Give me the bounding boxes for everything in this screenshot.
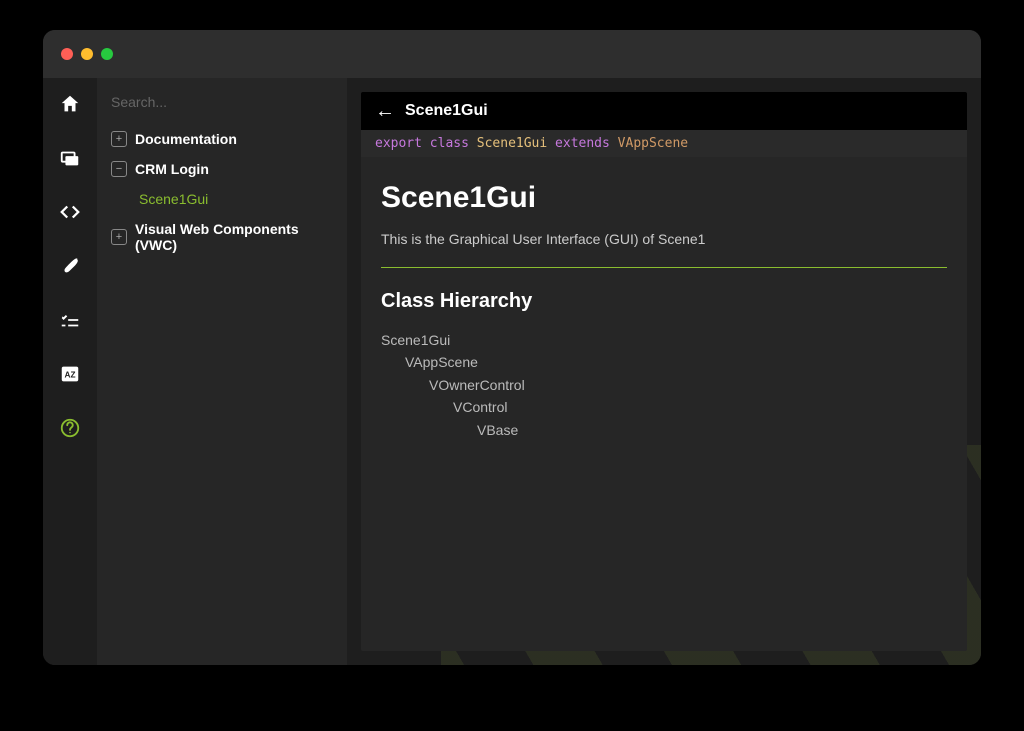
svg-text:AZ: AZ xyxy=(65,371,76,380)
collapse-icon[interactable]: − xyxy=(111,161,127,177)
hierarchy-level-1[interactable]: VAppScene xyxy=(381,351,947,373)
code-keyword-class: class xyxy=(430,136,469,151)
content-area: ← Scene1Gui export class Scene1Gui exten… xyxy=(347,78,981,665)
page-heading: Scene1Gui xyxy=(381,181,947,215)
hierarchy-level-4[interactable]: VBase xyxy=(381,419,947,441)
code-keyword-export: export xyxy=(375,136,422,151)
back-arrow-icon[interactable]: ← xyxy=(375,101,395,121)
code-icon[interactable] xyxy=(54,196,86,228)
sidebar-item-crm-login[interactable]: − CRM Login xyxy=(107,154,337,184)
sort-az-icon[interactable]: AZ xyxy=(54,358,86,390)
doc-panel: ← Scene1Gui export class Scene1Gui exten… xyxy=(361,92,967,651)
sidebar-item-label: Visual Web Components (VWC) xyxy=(135,221,333,253)
code-class-name: Scene1Gui xyxy=(477,136,547,151)
sidebar: + Documentation − CRM Login Scene1Gui + … xyxy=(97,78,347,665)
panel-header: ← Scene1Gui xyxy=(361,92,967,130)
panel-title: Scene1Gui xyxy=(405,102,488,120)
hierarchy-level-0[interactable]: Scene1Gui xyxy=(381,329,947,351)
search-input[interactable] xyxy=(111,94,333,110)
code-keyword-extends: extends xyxy=(555,136,610,151)
sidebar-item-documentation[interactable]: + Documentation xyxy=(107,124,337,154)
window-controls xyxy=(61,48,113,60)
checklist-icon[interactable] xyxy=(54,304,86,336)
hierarchy-level-3[interactable]: VControl xyxy=(381,396,947,418)
close-window-button[interactable] xyxy=(61,48,73,60)
hierarchy-level-2[interactable]: VOwnerControl xyxy=(381,374,947,396)
class-hierarchy: Scene1Gui VAppScene VOwnerControl VContr… xyxy=(381,329,947,441)
code-signature: export class Scene1Gui extends VAppScene xyxy=(361,130,967,157)
sidebar-item-label: Documentation xyxy=(135,131,237,147)
sidebar-item-scene1gui[interactable]: Scene1Gui xyxy=(107,184,337,214)
brush-icon[interactable] xyxy=(54,250,86,282)
activity-bar: AZ xyxy=(43,78,97,665)
sidebar-tree: + Documentation − CRM Login Scene1Gui + … xyxy=(97,124,347,260)
search-box xyxy=(97,78,347,124)
windows-icon[interactable] xyxy=(54,142,86,174)
sidebar-item-label: Scene1Gui xyxy=(139,191,208,207)
class-description: This is the Graphical User Interface (GU… xyxy=(381,231,947,268)
panel-body: Scene1Gui This is the Graphical User Int… xyxy=(361,157,967,465)
minimize-window-button[interactable] xyxy=(81,48,93,60)
expand-icon[interactable]: + xyxy=(111,229,127,245)
hierarchy-heading: Class Hierarchy xyxy=(381,290,947,313)
home-icon[interactable] xyxy=(54,88,86,120)
main-area: AZ + Documentation − CRM Login xyxy=(43,78,981,665)
sidebar-item-label: CRM Login xyxy=(135,161,209,177)
help-icon[interactable] xyxy=(54,412,86,444)
maximize-window-button[interactable] xyxy=(101,48,113,60)
expand-icon[interactable]: + xyxy=(111,131,127,147)
titlebar xyxy=(43,30,981,78)
sidebar-item-vwc[interactable]: + Visual Web Components (VWC) xyxy=(107,214,337,260)
app-window: AZ + Documentation − CRM Login xyxy=(43,30,981,665)
code-parent-class: VAppScene xyxy=(618,136,688,151)
